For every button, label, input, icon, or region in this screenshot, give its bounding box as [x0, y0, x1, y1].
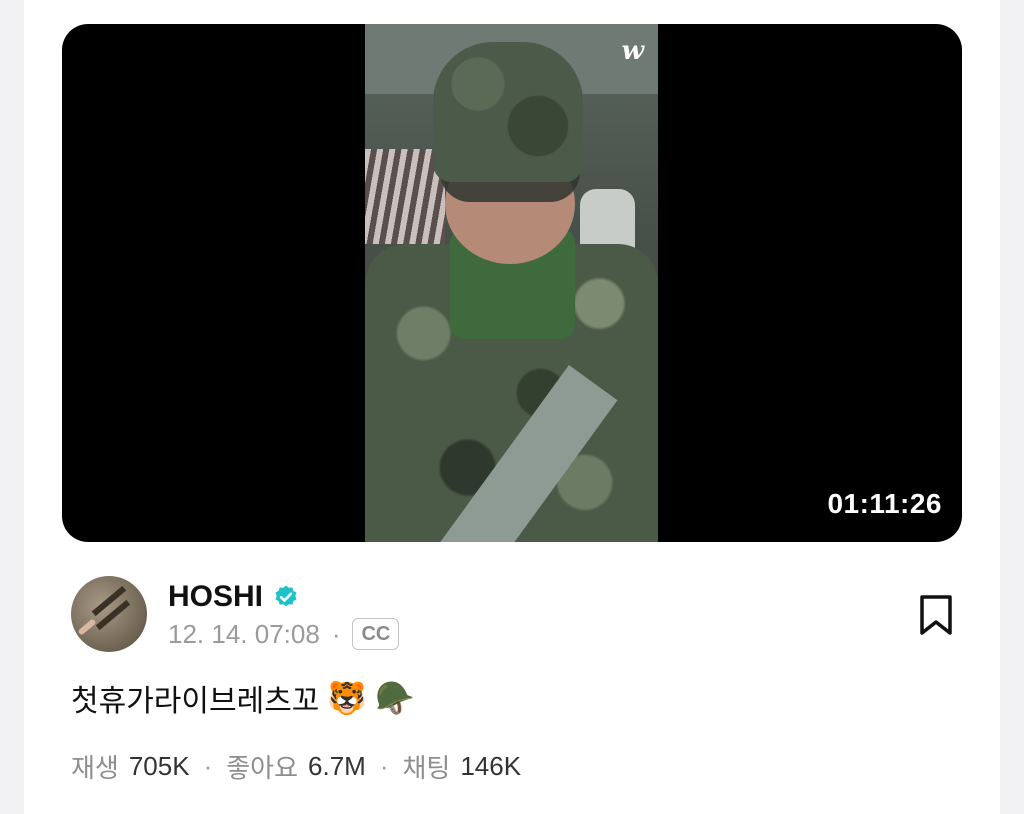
post-timestamp: 12. 14. 07:08 — [168, 618, 320, 649]
helmet-emoji-icon: 🪖 — [375, 680, 416, 716]
avatar[interactable] — [71, 576, 147, 652]
post-title-text: 첫휴가라이브레츠꼬 — [71, 685, 320, 718]
stats-separator: · — [379, 751, 389, 781]
cc-badge: CC — [352, 618, 400, 650]
post-stats: 재생 705K · 좋아요 6.7M · 채팅 146K — [71, 748, 521, 785]
weverse-logo-icon: w — [621, 36, 644, 66]
tiger-emoji-icon: 🐯 — [327, 680, 368, 716]
likes-label: 좋아요 — [226, 753, 299, 783]
video-player[interactable]: w 01:11:26 — [62, 24, 962, 542]
chat-value: 146K — [460, 751, 522, 781]
video-thumbnail: w — [365, 24, 658, 542]
plays-value: 705K — [128, 751, 190, 781]
author-name[interactable]: HOSHI — [168, 580, 263, 614]
likes-value: 6.7M — [308, 751, 366, 781]
author-row: HOSHI — [168, 580, 299, 614]
post-title: 첫휴가라이브레츠꼬 🐯 🪖 — [71, 676, 415, 720]
chat-label: 채팅 — [402, 753, 451, 783]
likes-stat: 좋아요 6.7M — [226, 748, 366, 785]
plays-label: 재생 — [71, 753, 119, 783]
stats-separator: · — [203, 751, 213, 781]
chat-stat: 채팅 146K — [403, 748, 522, 785]
meta-separator: · — [331, 618, 341, 649]
post-meta: 12. 14. 07:08 · CC — [168, 618, 400, 650]
post-card: w 01:11:26 HOSHI 12. 14. 07:08 · CC 첫휴가라… — [24, 0, 1000, 814]
verified-badge-icon — [275, 585, 297, 607]
video-duration: 01:11:26 — [827, 488, 942, 519]
plays-stat: 재생 705K — [71, 748, 190, 785]
bookmark-icon[interactable] — [918, 594, 954, 636]
